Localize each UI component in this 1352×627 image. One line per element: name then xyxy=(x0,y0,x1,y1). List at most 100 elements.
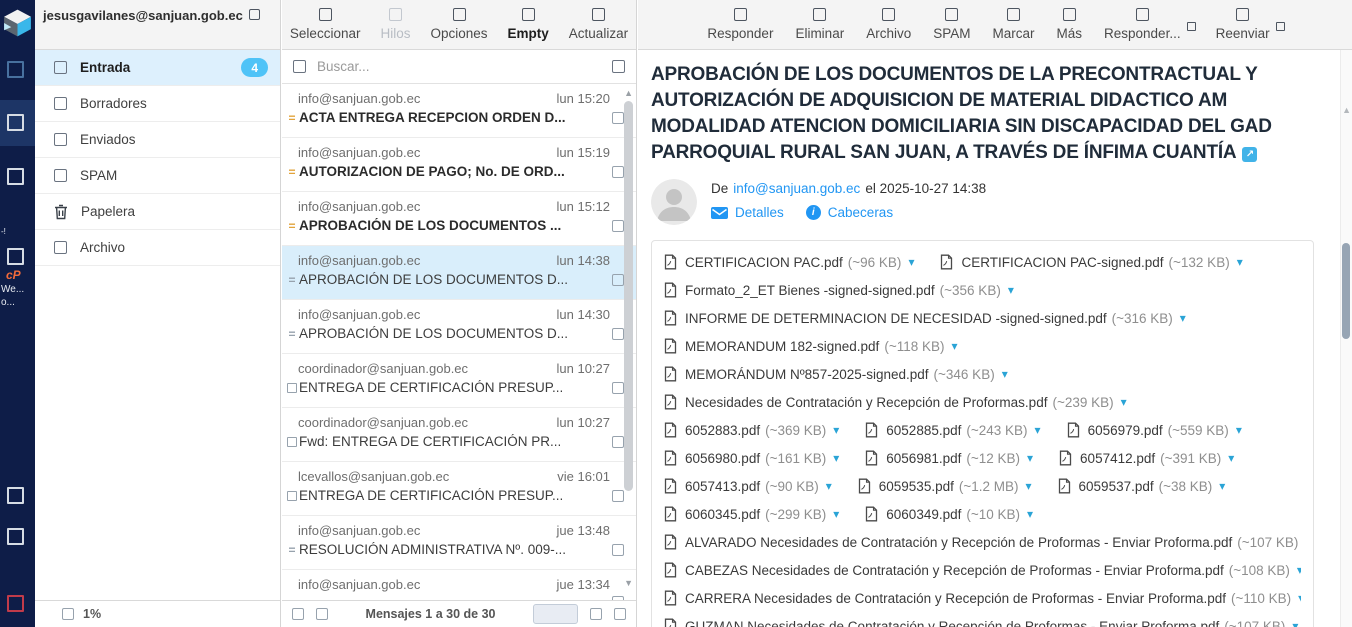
rail-nav-icon[interactable] xyxy=(7,248,24,265)
attachment-item[interactable]: 6060345.pdf (~299 KB) xyxy=(664,506,839,522)
footer-nav-prev-icon[interactable] xyxy=(316,608,328,620)
attachment-item[interactable]: CERTIFICACION PAC-signed.pdf (~132 KB) xyxy=(940,254,1242,270)
message-checkbox[interactable] xyxy=(612,490,624,502)
footer-nav-last-icon[interactable] xyxy=(614,608,626,620)
message-list-item[interactable]: info@sanjuan.gob.ec jue 13:48 RESOLUCIÓN… xyxy=(282,516,636,570)
attachment-menu-caret-icon[interactable] xyxy=(1297,563,1301,577)
scroll-up-arrow-icon[interactable]: ▲ xyxy=(1342,105,1351,115)
attachment-menu-caret-icon[interactable] xyxy=(952,339,958,353)
message-checkbox[interactable] xyxy=(612,274,624,286)
folder-item[interactable]: Archivo xyxy=(35,230,280,266)
folder-item[interactable]: SPAM xyxy=(35,158,280,194)
message-list-item[interactable]: info@sanjuan.gob.ec lun 15:12 APROBACIÓN… xyxy=(282,192,636,246)
attachment-item[interactable]: 6052883.pdf (~369 KB) xyxy=(664,422,839,438)
rail-mail-icon[interactable] xyxy=(7,114,24,131)
message-checkbox[interactable] xyxy=(612,166,624,178)
attachment-menu-caret-icon[interactable] xyxy=(1002,367,1008,381)
reader-toolbar-button[interactable]: Archivo xyxy=(866,8,911,41)
attachment-menu-caret-icon[interactable] xyxy=(833,423,839,437)
reader-toolbar-button[interactable]: Eliminar xyxy=(795,8,844,41)
attachment-item[interactable]: CERTIFICACION PAC.pdf (~96 KB) xyxy=(664,254,914,270)
attachment-item[interactable]: 6052885.pdf (~243 KB) xyxy=(865,422,1040,438)
message-checkbox[interactable] xyxy=(612,328,624,340)
list-toolbar-button[interactable]: Hilos xyxy=(380,8,410,41)
attachment-item[interactable]: CABEZAS Necesidades de Contratación y Re… xyxy=(664,562,1301,578)
attachment-item[interactable]: 6059535.pdf (~1.2 MB) xyxy=(858,478,1032,494)
open-in-new-window-icon[interactable] xyxy=(1242,147,1257,162)
message-list-item[interactable]: info@sanjuan.gob.ec lun 14:38 APROBACIÓN… xyxy=(282,246,636,300)
attachment-menu-caret-icon[interactable] xyxy=(826,479,832,493)
app-logo-icon[interactable] xyxy=(1,6,34,42)
attachment-menu-caret-icon[interactable] xyxy=(1236,423,1242,437)
rail-nav-icon[interactable] xyxy=(7,487,24,504)
folder-item[interactable]: Borradores xyxy=(35,86,280,122)
attachment-item[interactable]: Necesidades de Contratación y Recepción … xyxy=(664,394,1127,410)
attachment-menu-caret-icon[interactable] xyxy=(1228,451,1234,465)
list-scrollbar-thumb[interactable] xyxy=(624,101,633,491)
attachment-item[interactable]: 6060349.pdf (~10 KB) xyxy=(865,506,1033,522)
message-checkbox[interactable] xyxy=(612,382,624,394)
message-checkbox[interactable] xyxy=(612,544,624,556)
attachment-item[interactable]: 6059537.pdf (~38 KB) xyxy=(1058,478,1226,494)
attachment-item[interactable]: CARRERA Necesidades de Contratación y Re… xyxy=(664,590,1301,606)
scroll-up-arrow-icon[interactable]: ▲ xyxy=(624,88,633,98)
page-jump-input[interactable] xyxy=(533,604,578,624)
attachment-item[interactable]: INFORME DE DETERMINACION DE NECESIDAD -s… xyxy=(664,310,1186,326)
message-list-item[interactable]: info@sanjuan.gob.ec lun 15:19 AUTORIZACI… xyxy=(282,138,636,192)
cpanel-logo-icon[interactable]: cP xyxy=(6,268,21,282)
reader-scrollbar-thumb[interactable] xyxy=(1342,243,1350,339)
attachment-menu-caret-icon[interactable] xyxy=(1027,507,1033,521)
message-list-item[interactable]: lcevallos@sanjuan.gob.ec vie 16:01 ENTRE… xyxy=(282,462,636,516)
attachment-menu-caret-icon[interactable] xyxy=(1008,283,1014,297)
search-options-icon[interactable] xyxy=(612,60,625,73)
attachment-menu-caret-icon[interactable] xyxy=(1026,479,1032,493)
attachment-menu-caret-icon[interactable] xyxy=(1237,255,1243,269)
attachment-menu-caret-icon[interactable] xyxy=(1292,619,1298,627)
attachment-menu-caret-icon[interactable] xyxy=(1180,311,1186,325)
scroll-down-arrow-icon[interactable]: ▼ xyxy=(624,578,633,588)
message-list-item[interactable]: info@sanjuan.gob.ec lun 14:30 APROBACIÓN… xyxy=(282,300,636,354)
attachment-item[interactable]: Formato_2_ET Bienes -signed-signed.pdf (… xyxy=(664,282,1014,298)
account-menu-icon[interactable] xyxy=(249,9,260,20)
reader-toolbar-button[interactable]: SPAM xyxy=(933,8,970,41)
footer-nav-first-icon[interactable] xyxy=(292,608,304,620)
folder-item[interactable]: Enviados xyxy=(35,122,280,158)
attachment-item[interactable]: MEMORANDUM 182-signed.pdf (~118 KB) xyxy=(664,338,958,354)
sender-email-link[interactable]: info@sanjuan.gob.ec xyxy=(733,181,860,196)
attachment-menu-caret-icon[interactable] xyxy=(1219,479,1225,493)
headers-link[interactable]: Cabeceras xyxy=(828,205,893,220)
attachment-menu-caret-icon[interactable] xyxy=(1121,395,1127,409)
footer-nav-next-icon[interactable] xyxy=(590,608,602,620)
message-list-item[interactable]: coordinador@sanjuan.gob.ec lun 10:27 ENT… xyxy=(282,354,636,408)
message-checkbox[interactable] xyxy=(612,220,624,232)
attachment-item[interactable]: GUZMAN Necesidades de Contratación y Rec… xyxy=(664,618,1298,627)
rail-nav-icon[interactable] xyxy=(7,61,24,78)
reader-toolbar-button[interactable]: Responder xyxy=(707,8,773,41)
list-toolbar-button[interactable]: Actualizar xyxy=(569,8,628,41)
message-list-item[interactable]: info@sanjuan.gob.ec lun 15:20 ACTA ENTRE… xyxy=(282,84,636,138)
reader-toolbar-button[interactable]: Marcar xyxy=(992,8,1034,41)
reader-toolbar-button[interactable]: Más xyxy=(1057,8,1083,41)
attachment-item[interactable]: 6057412.pdf (~391 KB) xyxy=(1059,450,1234,466)
attachment-item[interactable]: 6057413.pdf (~90 KB) xyxy=(664,478,832,494)
message-checkbox[interactable] xyxy=(612,112,624,124)
reader-toolbar-button[interactable]: Reenviar xyxy=(1216,8,1283,41)
list-toolbar-button[interactable]: Seleccionar xyxy=(290,8,361,41)
attachment-item[interactable]: ALVARADO Necesidades de Contratación y R… xyxy=(664,534,1301,550)
folder-item[interactable]: Papelera xyxy=(35,194,280,230)
rail-logout-icon[interactable] xyxy=(7,595,24,612)
details-link[interactable]: Detalles xyxy=(735,205,784,220)
attachment-item[interactable]: 6056981.pdf (~12 KB) xyxy=(865,450,1033,466)
message-list-item[interactable]: info@sanjuan.gob.ec jue 13:34 xyxy=(282,570,636,600)
attachment-item[interactable]: 6056979.pdf (~559 KB) xyxy=(1067,422,1242,438)
rail-nav-icon[interactable] xyxy=(7,528,24,545)
attachment-menu-caret-icon[interactable] xyxy=(833,451,839,465)
attachment-menu-caret-icon[interactable] xyxy=(908,255,914,269)
folder-item[interactable]: Entrada 4 xyxy=(35,50,280,86)
search-input[interactable] xyxy=(317,59,601,74)
attachment-item[interactable]: MEMORÁNDUM Nº857-2025-signed.pdf (~346 K… xyxy=(664,366,1008,382)
message-checkbox[interactable] xyxy=(612,436,624,448)
attachment-menu-caret-icon[interactable] xyxy=(1035,423,1041,437)
attachment-menu-caret-icon[interactable] xyxy=(1298,591,1301,605)
rail-nav-icon[interactable] xyxy=(7,168,24,185)
